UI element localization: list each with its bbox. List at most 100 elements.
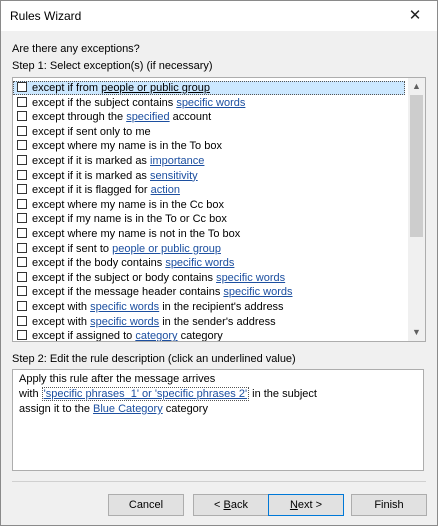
exception-text: except if the subject or body contains xyxy=(32,271,217,284)
exception-label: except with specific words in the sender… xyxy=(32,315,276,329)
exception-item[interactable]: except if the subject or body contains s… xyxy=(13,271,405,285)
exception-link[interactable]: specific words xyxy=(176,97,245,109)
exception-item[interactable]: except if the body contains specific wor… xyxy=(13,256,405,270)
step1-label: Step 1: Select exception(s) (if necessar… xyxy=(12,60,213,72)
exception-text: except through the xyxy=(32,111,127,124)
exception-link[interactable]: specific words xyxy=(216,272,285,284)
exception-item[interactable]: except if the message header contains sp… xyxy=(13,285,405,299)
exception-item[interactable]: except if sent to people or public group xyxy=(13,242,405,256)
exception-text: except where my name is not in the To bo… xyxy=(32,228,241,240)
exception-checkbox[interactable] xyxy=(17,286,27,297)
exception-item[interactable]: except where my name is not in the To bo… xyxy=(13,227,405,241)
exception-link[interactable]: importance xyxy=(150,155,204,167)
exception-item[interactable]: except if sent only to me xyxy=(13,125,405,139)
rule-description: Apply this rule after the message arrive… xyxy=(12,369,424,471)
window-title: Rules Wizard xyxy=(10,9,82,23)
exception-text: category xyxy=(177,330,223,342)
exception-text: except if the message header contains xyxy=(32,286,224,299)
exception-checkbox[interactable] xyxy=(17,301,27,311)
exception-checkbox[interactable] xyxy=(17,155,27,165)
exception-link[interactable]: specific words xyxy=(90,316,159,328)
exception-text: except if from xyxy=(32,82,102,94)
exception-item[interactable]: except if the subject contains specific … xyxy=(13,96,405,110)
exception-item[interactable]: except if it is flagged for action xyxy=(13,183,405,197)
exception-text: except if my name is in the To or Cc box xyxy=(32,213,227,226)
separator xyxy=(12,481,426,482)
exception-item[interactable]: except through the specified account xyxy=(13,110,405,124)
exception-text: except if it is flagged for xyxy=(32,184,151,197)
exception-link[interactable]: specific words xyxy=(223,286,292,298)
exception-checkbox[interactable] xyxy=(17,271,27,282)
rule-desc-line: Apply this rule after the message arrive… xyxy=(19,373,216,385)
exception-label: except through the specified account xyxy=(32,110,211,124)
exception-text: in the sender's address xyxy=(159,315,276,328)
exception-label: except if assigned to category category xyxy=(32,329,223,342)
vertical-scrollbar[interactable]: ▲ ▼ xyxy=(408,78,425,341)
exception-text: except if sent only to me xyxy=(32,125,151,138)
exception-label: except if it is marked as importance xyxy=(32,154,204,168)
exception-checkbox[interactable] xyxy=(17,96,27,107)
exception-link[interactable]: specific words xyxy=(90,301,159,313)
back-button[interactable]: < Back xyxy=(193,494,269,516)
exception-label: except where my name is not in the To bo… xyxy=(32,227,240,241)
exception-item[interactable]: except where my name is in the To box xyxy=(13,139,405,153)
exception-text: except where my name is in the Cc box xyxy=(32,198,224,211)
exception-checkbox[interactable] xyxy=(17,257,27,268)
exception-link[interactable]: specific words xyxy=(165,257,234,269)
exception-checkbox[interactable] xyxy=(17,242,27,253)
exception-item[interactable]: except with specific words in the recipi… xyxy=(13,300,405,314)
exception-text: except if the body contains xyxy=(32,257,166,270)
exception-label: except where my name is in the To box xyxy=(32,139,222,153)
exception-item[interactable]: except if it is marked as importance xyxy=(13,154,405,168)
exception-text: account xyxy=(169,111,212,124)
exception-checkbox[interactable] xyxy=(17,198,27,209)
exception-label: except if the subject or body contains s… xyxy=(32,271,285,285)
scroll-up-icon[interactable]: ▲ xyxy=(408,78,425,95)
rule-desc-text: assign it to the xyxy=(19,403,93,415)
exception-text: except if assigned to xyxy=(32,330,136,342)
exception-label: except where my name is in the Cc box xyxy=(32,198,224,212)
exception-link[interactable]: action xyxy=(151,184,180,196)
exception-link[interactable]: people or public group xyxy=(112,243,221,255)
exception-checkbox[interactable] xyxy=(17,125,27,136)
exception-checkbox[interactable] xyxy=(17,213,27,224)
step2-label: Step 2: Edit the rule description (click… xyxy=(12,353,296,365)
back-accelerator: B xyxy=(223,499,231,511)
exception-label: except if the body contains specific wor… xyxy=(32,256,234,270)
exception-link[interactable]: specified xyxy=(126,111,169,123)
exception-checkbox[interactable] xyxy=(17,140,27,151)
exception-link[interactable]: sensitivity xyxy=(150,170,198,182)
exception-checkbox[interactable] xyxy=(17,315,27,326)
exception-label: except if it is marked as sensitivity xyxy=(32,169,198,183)
finish-button[interactable]: Finish xyxy=(351,494,427,516)
exception-link[interactable]: category xyxy=(135,330,177,341)
rule-desc-text: with xyxy=(19,388,42,400)
exception-label: except if sent to people or public group xyxy=(32,242,221,256)
exception-item[interactable]: except with specific words in the sender… xyxy=(13,315,405,329)
cancel-button[interactable]: Cancel xyxy=(108,494,184,516)
close-icon[interactable]: ✕ xyxy=(393,1,437,31)
exception-item[interactable]: except where my name is in the Cc box xyxy=(13,198,405,212)
exception-checkbox[interactable] xyxy=(17,330,27,341)
exception-item[interactable]: except if assigned to category category xyxy=(13,329,405,342)
exception-checkbox[interactable] xyxy=(17,184,27,195)
rule-desc-line: assign it to the Blue Category category xyxy=(19,402,417,417)
blue-category-link[interactable]: Blue Category xyxy=(93,403,163,415)
exception-item[interactable]: except if my name is in the To or Cc box xyxy=(13,212,405,226)
exception-item[interactable]: except if from people or public group xyxy=(13,81,405,95)
exception-label: except with specific words in the recipi… xyxy=(32,300,284,314)
exception-link[interactable]: people or public group xyxy=(101,82,210,94)
exception-checkbox[interactable] xyxy=(17,169,27,180)
exception-checkbox[interactable] xyxy=(17,82,27,92)
specific-phrases-link[interactable]: 'specific phrases_1' or 'specific phrase… xyxy=(41,387,250,401)
exception-item[interactable]: except if it is marked as sensitivity xyxy=(13,169,405,183)
next-accelerator: N xyxy=(289,499,298,511)
rule-desc-text: in the subject xyxy=(249,388,317,400)
next-button[interactable]: Next > xyxy=(268,494,344,516)
exception-checkbox[interactable] xyxy=(17,228,27,238)
scroll-down-icon[interactable]: ▼ xyxy=(408,324,425,341)
exceptions-list[interactable]: except if from people or public group exc… xyxy=(12,77,426,342)
scroll-thumb[interactable] xyxy=(410,95,423,237)
exception-checkbox[interactable] xyxy=(17,111,27,122)
exception-text: except with xyxy=(32,315,91,328)
